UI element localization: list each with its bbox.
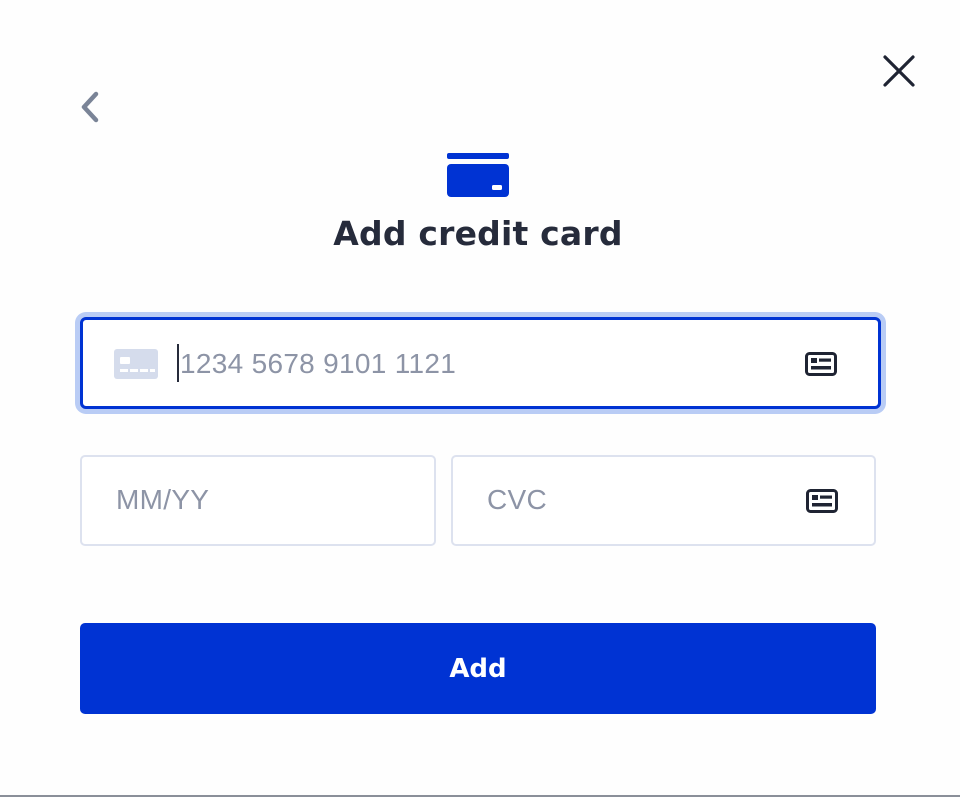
- add-credit-card-dialog: Add credit card 1234 5678 9101 1121 MM/Y…: [0, 0, 960, 797]
- id-card-icon: [805, 352, 837, 376]
- generic-card-icon: [114, 349, 158, 379]
- add-card-button[interactable]: Add: [80, 623, 876, 714]
- chevron-left-icon[interactable]: [72, 86, 110, 128]
- id-card-icon: [806, 489, 838, 513]
- expiry-field[interactable]: [80, 455, 436, 546]
- dialog-title: Add credit card: [333, 214, 623, 253]
- close-icon[interactable]: [876, 48, 922, 94]
- credit-card-icon: [447, 153, 509, 197]
- card-number-input[interactable]: [180, 344, 780, 384]
- text-cursor: [177, 344, 179, 382]
- card-number-field[interactable]: [80, 317, 881, 409]
- expiry-input[interactable]: [116, 480, 416, 520]
- cvc-field[interactable]: [451, 455, 876, 546]
- cvc-input[interactable]: [487, 480, 787, 520]
